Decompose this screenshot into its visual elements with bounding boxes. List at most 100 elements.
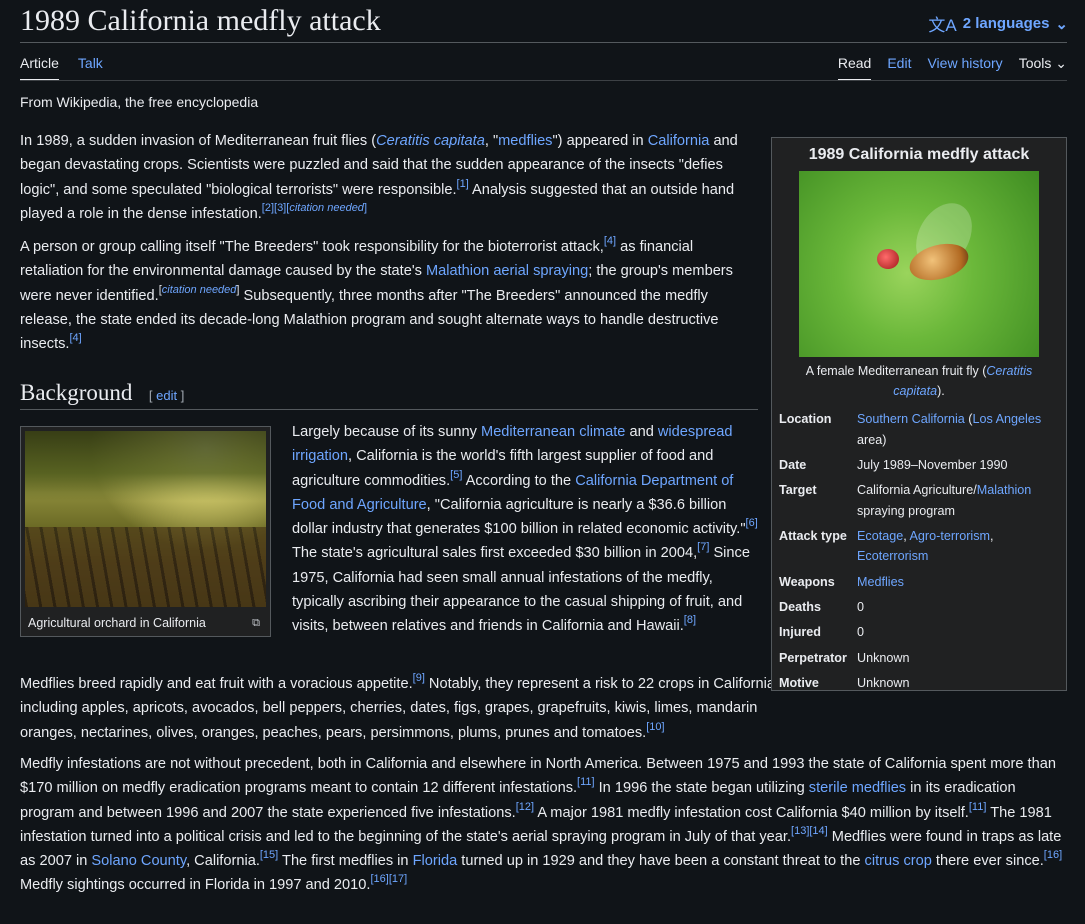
tab-read[interactable]: Read [837, 55, 872, 81]
orchard-image[interactable] [25, 431, 266, 607]
text: area) [857, 432, 887, 447]
ref-7[interactable]: [7] [697, 541, 709, 553]
tab-edit[interactable]: Edit [887, 55, 911, 79]
medfly-image[interactable] [799, 171, 1039, 357]
row-value: Unknown [857, 650, 910, 665]
image-detail [25, 527, 266, 607]
orchard-figure: Agricultural orchard in California ⧉ [20, 426, 271, 637]
link-ecotage[interactable]: Ecotage [857, 529, 903, 543]
link-ecoterrorism[interactable]: Ecoterrorism [857, 549, 928, 563]
ref-15[interactable]: [15] [260, 849, 278, 861]
row-label: Target [779, 483, 817, 498]
ref-6[interactable]: [6] [746, 517, 758, 529]
row-value: July 1989–November 1990 [857, 457, 1008, 472]
infobox-row-injured: Injured 0 [779, 622, 1066, 643]
row-label: Weapons [779, 574, 835, 589]
text: California Agriculture/ [857, 483, 977, 498]
chevron-down-icon: ⌄ [1055, 55, 1067, 71]
translate-icon: 文A [928, 16, 957, 35]
link-sterile-medflies[interactable]: sterile medflies [809, 780, 906, 796]
ref-5[interactable]: [5] [450, 468, 462, 480]
text: According to the [462, 472, 576, 489]
link-southern-california[interactable]: Southern California [857, 412, 965, 426]
tools-label: Tools [1018, 55, 1052, 71]
ref-11[interactable]: [11] [577, 776, 595, 788]
link-los-angeles[interactable]: Los Angeles [973, 412, 1042, 426]
text: A female Mediterranean fruit fly ( [805, 364, 987, 378]
text: Largely because of its sunny [292, 424, 482, 440]
edit-link[interactable]: edit [156, 388, 177, 403]
citation-needed[interactable]: citation needed [162, 283, 237, 295]
link-citrus-crop[interactable]: citrus crop [865, 853, 932, 869]
ref-12[interactable]: [12] [516, 800, 534, 812]
tab-talk[interactable]: Talk [78, 55, 103, 81]
text: ). [937, 384, 945, 398]
page-title: 1989 California medfly attack [20, 4, 381, 37]
ref-9[interactable]: [9] [413, 672, 425, 684]
citation-needed[interactable]: citation needed [289, 202, 364, 214]
intro-paragraph-2: A person or group calling itself "The Br… [20, 235, 755, 356]
ref-16[interactable]: [16] [1044, 849, 1062, 861]
ref-4[interactable]: [4] [604, 235, 616, 247]
ref-4[interactable]: [4] [69, 332, 81, 344]
link-mediterranean-climate[interactable]: Mediterranean climate [481, 424, 625, 440]
title-divider [20, 42, 1067, 43]
tab-view-history[interactable]: View history [927, 55, 1002, 79]
ref-10[interactable]: [10] [646, 720, 664, 732]
ref-1[interactable]: [1] [457, 177, 469, 189]
ref-2-3[interactable]: [2][3][ [262, 202, 290, 214]
heading-text: Background [20, 380, 133, 405]
infobox-row-weapons: Weapons Medflies [779, 572, 1066, 593]
ref-8[interactable]: [8] [684, 614, 696, 626]
text: Medfly sightings occurred in Florida in … [20, 877, 371, 894]
ref-close: ] [363, 201, 367, 214]
infobox-rows: Location Southern California (Los Angele… [779, 409, 1066, 693]
infobox-row-motive: Motive Unknown [779, 673, 1066, 694]
text: , California. [186, 853, 260, 870]
chevron-down-icon: ⌄ [1055, 15, 1068, 33]
figure-caption: Agricultural orchard in California ⧉ [25, 616, 266, 630]
row-value: California Agriculture/Malathion sprayin… [857, 480, 1062, 521]
text: A person or group calling itself "The Br… [20, 239, 604, 255]
view-tabs: Read Edit View history Tools ⌄ [837, 55, 1067, 81]
row-value: Unknown [857, 675, 910, 690]
row-value: 0 [857, 599, 865, 614]
background-paragraph-3: Medfly infestations are not without prec… [20, 752, 1065, 898]
row-value: 0 [857, 625, 865, 640]
row-value: Medflies [857, 572, 1062, 593]
row-label: Location [779, 412, 832, 426]
row-label: Motive [779, 675, 819, 690]
tagline: From Wikipedia, the free encyclopedia [20, 94, 259, 110]
text: turned up in 1929 and they have been a c… [457, 853, 865, 870]
text: Medflies breed rapidly and eat fruit wit… [20, 676, 413, 692]
infobox-row-perpetrator: Perpetrator Unknown [779, 648, 1066, 669]
infobox-caption: A female Mediterranean fruit fly (Cerati… [786, 361, 1052, 401]
section-heading-background: Background [ edit ] [20, 380, 758, 410]
image-detail [25, 431, 266, 501]
link-solano-county[interactable]: Solano County [91, 853, 186, 869]
infobox-row-date: Date July 1989–November 1990 [779, 455, 1066, 476]
link-malathion[interactable]: Malathion [977, 483, 1032, 497]
ref-11[interactable]: [11] [969, 800, 987, 812]
tabs-divider [20, 80, 1067, 81]
link-malathion-spraying[interactable]: Malathion aerial spraying [426, 263, 588, 279]
language-button[interactable]: 文A 2 languages ⌄ [928, 11, 1068, 36]
link-california[interactable]: California [648, 133, 710, 149]
ref-16-17[interactable]: [16][17] [370, 873, 407, 885]
text: and [625, 424, 658, 440]
link-ceratitis[interactable]: Ceratitis capitata [376, 133, 485, 149]
namespace-tabs: Article Talk [20, 55, 103, 81]
row-label: Attack type [779, 528, 847, 543]
infobox: 1989 California medfly attack A female M… [771, 137, 1067, 691]
link-medflies[interactable]: medflies [498, 133, 552, 149]
ref-13-14[interactable]: [13][14] [791, 825, 828, 837]
link-agro-terrorism[interactable]: Agro-terrorism [910, 529, 990, 543]
tools-menu[interactable]: Tools ⌄ [1019, 55, 1067, 80]
caption-text: Agricultural orchard in California [28, 616, 206, 630]
link-florida[interactable]: Florida [413, 853, 458, 869]
enlarge-icon[interactable]: ⧉ [252, 617, 260, 630]
text: spraying program [857, 503, 955, 518]
tab-article[interactable]: Article [20, 55, 59, 81]
link-medflies[interactable]: Medflies [857, 575, 904, 589]
row-label: Injured [779, 625, 821, 640]
